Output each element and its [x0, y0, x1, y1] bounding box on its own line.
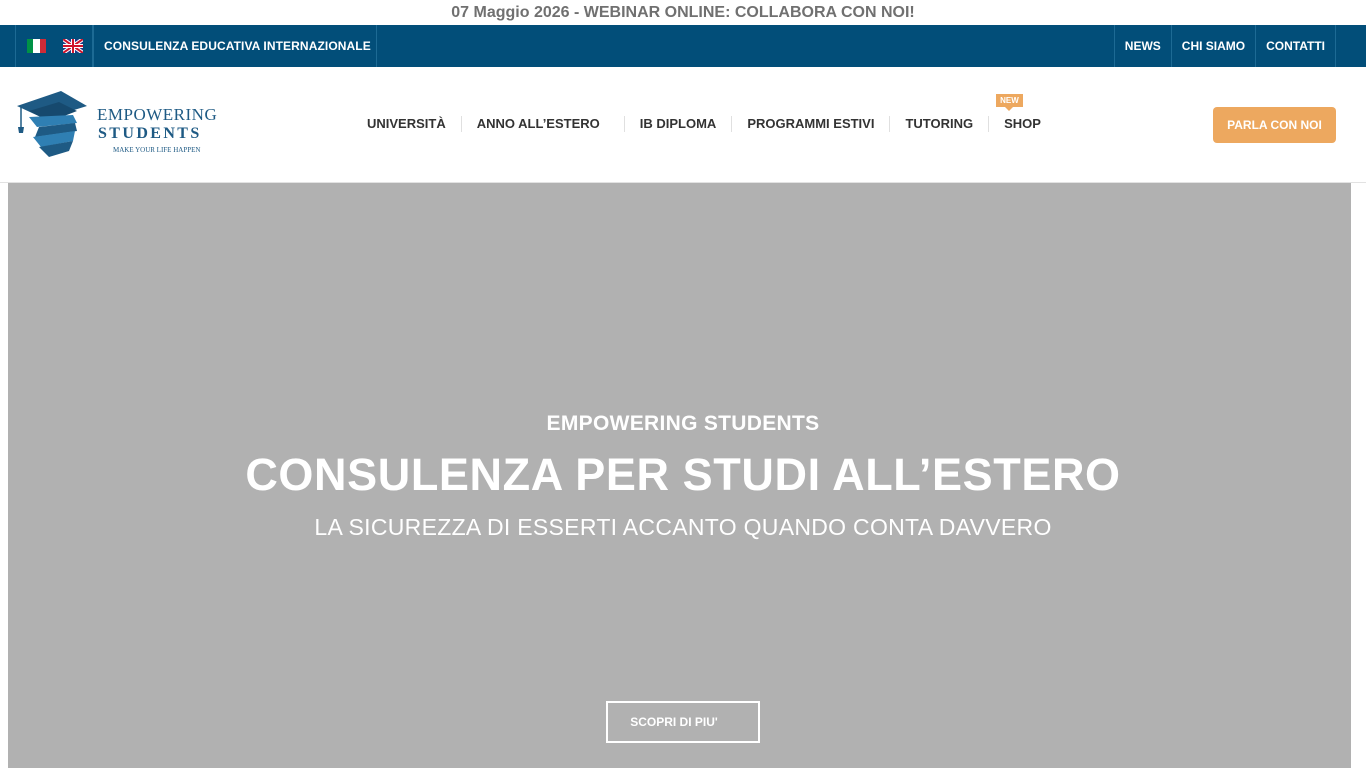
- nav-item-tutoring[interactable]: TUTORING: [889, 116, 988, 132]
- top-bar: CONSULENZA EDUCATIVA INTERNAZIONALE NEWS…: [0, 25, 1366, 67]
- nav-item-ib-diploma[interactable]: IB DIPLOMA: [623, 116, 732, 132]
- hero-eyebrow: EMPOWERING STUDENTS: [546, 412, 820, 435]
- italian-flag-icon[interactable]: [27, 39, 46, 53]
- language-switcher: [15, 25, 93, 67]
- nav-item-shop[interactable]: NEW SHOP: [988, 94, 1056, 132]
- hero-subtitle: LA SICUREZZA DI ESSERTI ACCANTO QUANDO C…: [314, 514, 1052, 540]
- announcement-bar[interactable]: 07 Maggio 2026 - WEBINAR ONLINE: COLLABO…: [0, 0, 1366, 25]
- logo-slogan: MAKE YOUR LIFE HAPPEN: [113, 146, 201, 154]
- new-badge: NEW: [996, 94, 1023, 111]
- hero-title: CONSULENZA PER STUDI ALL’ESTERO: [245, 449, 1121, 500]
- main-header: EMPOWERING STUDENTS MAKE YOUR LIFE HAPPE…: [0, 67, 1366, 183]
- nav-item-universita[interactable]: UNIVERSITÀ: [352, 116, 461, 132]
- nav-item-programmi-estivi[interactable]: PROGRAMMI ESTIVI: [731, 116, 889, 132]
- site-logo[interactable]: EMPOWERING STUDENTS MAKE YOUR LIFE HAPPE…: [15, 89, 220, 159]
- nav-item-anno-estero[interactable]: ANNO ALL’ESTERO: [460, 116, 624, 132]
- top-link-chi-siamo[interactable]: CHI SIAMO: [1170, 25, 1255, 67]
- parla-con-noi-button[interactable]: PARLA CON NOI: [1213, 107, 1336, 143]
- top-links: NEWS CHI SIAMO CONTATTI: [1113, 25, 1336, 67]
- logo-wordmark-bottom: STUDENTS: [98, 125, 202, 142]
- main-nav: UNIVERSITÀ ANNO ALL’ESTERO IB DIPLOMA PR…: [352, 94, 1056, 132]
- top-link-contatti[interactable]: CONTATTI: [1255, 25, 1336, 67]
- graduation-cap-logo-icon: [17, 91, 87, 157]
- nav-item-shop-label: SHOP: [1004, 116, 1041, 131]
- hero-banner: EMPOWERING STUDENTS CONSULENZA PER STUDI…: [8, 183, 1351, 768]
- logo-wordmark-top: EMPOWERING: [97, 105, 218, 124]
- top-tagline: CONSULENZA EDUCATIVA INTERNAZIONALE: [93, 25, 377, 67]
- uk-flag-icon[interactable]: [63, 39, 83, 53]
- top-link-news[interactable]: NEWS: [1113, 25, 1171, 67]
- scopri-di-piu-button[interactable]: SCOPRI DI PIU': [606, 701, 760, 743]
